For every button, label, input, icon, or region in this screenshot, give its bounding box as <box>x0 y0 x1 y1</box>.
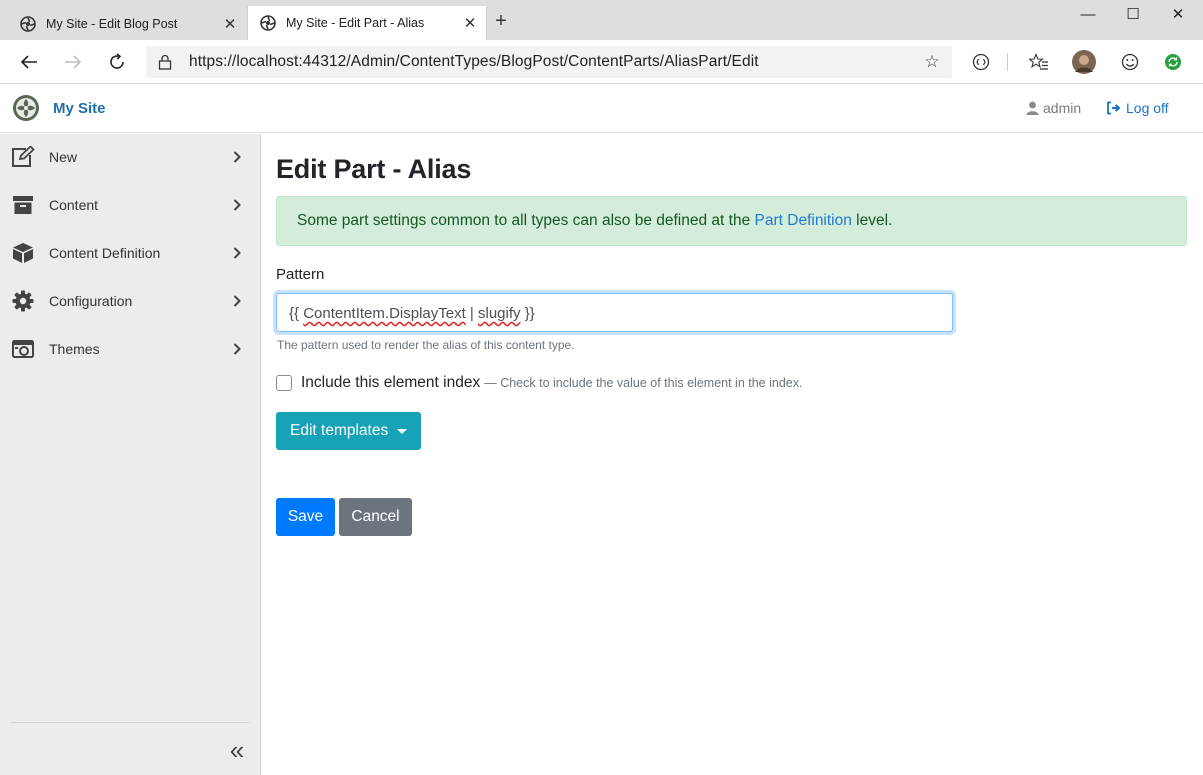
lock-icon <box>158 54 176 70</box>
info-alert: Some part settings common to all types c… <box>276 196 1187 246</box>
sign-out-icon <box>1106 101 1121 115</box>
user-icon <box>1026 101 1039 115</box>
brand-link[interactable]: My Site <box>12 94 106 122</box>
browser-tab-edit-part-alias[interactable]: My Site - Edit Part - Alias ✕ <box>247 6 487 40</box>
address-bar[interactable]: https://localhost:44312/Admin/ContentTyp… <box>146 46 952 78</box>
caret-down-icon <box>397 428 408 434</box>
browser-tab-edit-blog-post[interactable]: My Site - Edit Blog Post ✕ <box>8 7 246 40</box>
minimize-icon[interactable]: — <box>1068 4 1108 28</box>
user-name: admin <box>1043 100 1082 116</box>
chevron-right-icon <box>230 151 244 163</box>
favorite-star-icon[interactable]: ☆ <box>922 52 942 72</box>
url-text: https://localhost:44312/Admin/ContentTyp… <box>189 53 759 70</box>
sidebar-item-label: Content <box>49 197 99 213</box>
page-title: Edit Part - Alias <box>276 154 472 184</box>
collapse-sidebar-icon[interactable]: « <box>225 735 249 765</box>
favorites-icon[interactable] <box>1026 50 1052 74</box>
include-index-row: Include this element index — Check to in… <box>276 374 802 392</box>
chevron-right-icon <box>230 247 244 259</box>
include-index-label[interactable]: Include this element index <box>301 374 480 392</box>
part-definition-link[interactable]: Part Definition <box>755 212 852 230</box>
edit-templates-label: Edit templates <box>290 422 389 439</box>
sidebar-item-label: Configuration <box>49 293 133 309</box>
pattern-input[interactable] <box>276 293 953 332</box>
pattern-help-text: The pattern used to render the alias of … <box>277 338 575 352</box>
chevron-right-icon <box>230 295 244 307</box>
sidebar-divider <box>11 722 249 723</box>
log-off-link[interactable]: Log off <box>1106 100 1169 116</box>
window-close-icon[interactable]: ✕ <box>1158 4 1198 28</box>
tab-title: My Site - Edit Part - Alias <box>286 16 425 30</box>
main-content: Edit Part - Alias Some part settings com… <box>261 134 1203 775</box>
cube-icon <box>11 241 35 265</box>
sidebar-item-content[interactable]: Content <box>0 182 260 228</box>
forward-arrow-icon[interactable] <box>60 50 86 74</box>
sidebar-item-configuration[interactable]: Configuration <box>0 278 260 324</box>
brand-name: My Site <box>53 99 106 117</box>
tab-close-icon[interactable]: ✕ <box>220 15 240 33</box>
alert-text-suffix: level. <box>851 212 893 229</box>
browser-toolbar: https://localhost:44312/Admin/ContentTyp… <box>0 40 1203 84</box>
orchard-favicon-icon <box>20 15 36 32</box>
sidebar-item-label: Themes <box>49 341 100 357</box>
edit-templates-button[interactable]: Edit templates <box>276 412 421 450</box>
tab-title: My Site - Edit Blog Post <box>46 16 178 31</box>
log-off-label: Log off <box>1126 100 1169 116</box>
app-header: My Site admin Log off <box>0 84 1203 133</box>
sidebar-item-label: New <box>49 149 78 165</box>
chevron-right-icon <box>230 343 244 355</box>
archive-icon <box>11 193 35 217</box>
pattern-label: Pattern <box>276 266 325 283</box>
orchard-logo-icon <box>13 95 39 121</box>
feedback-smiley-icon[interactable] <box>1117 50 1143 74</box>
include-index-hint: — Check to include the value of this ele… <box>484 376 803 390</box>
admin-sidebar: New Content Content Definition Configura… <box>0 134 261 775</box>
edit-icon <box>11 145 35 169</box>
sidebar-item-content-definition[interactable]: Content Definition <box>0 230 260 276</box>
tab-close-icon[interactable]: ✕ <box>460 14 480 32</box>
save-button[interactable]: Save <box>276 498 335 536</box>
browser-tab-bar: My Site - Edit Blog Post ✕ My Site - Edi… <box>0 0 1203 40</box>
include-index-checkbox[interactable] <box>276 375 292 391</box>
sidebar-item-new[interactable]: New <box>0 134 260 180</box>
maximize-icon[interactable]: ☐ <box>1113 4 1153 28</box>
profile-avatar-icon[interactable] <box>1071 50 1097 74</box>
orchard-favicon-icon <box>260 15 276 31</box>
chevron-right-icon <box>230 199 244 211</box>
new-tab-icon[interactable]: + <box>491 11 511 32</box>
cancel-button[interactable]: Cancel <box>339 498 412 536</box>
alert-text-prefix: Some part settings common to all types c… <box>297 212 755 229</box>
gear-icon <box>11 289 35 313</box>
sync-icon[interactable] <box>1160 50 1186 74</box>
back-arrow-icon[interactable] <box>16 50 42 74</box>
reading-view-icon[interactable] <box>968 50 994 74</box>
camera-icon <box>11 337 35 361</box>
sidebar-item-themes[interactable]: Themes <box>0 326 260 372</box>
refresh-icon[interactable] <box>104 50 130 74</box>
user-menu[interactable]: admin <box>1026 100 1081 116</box>
toolbar-separator <box>1007 53 1008 71</box>
sidebar-item-label: Content Definition <box>49 245 161 261</box>
